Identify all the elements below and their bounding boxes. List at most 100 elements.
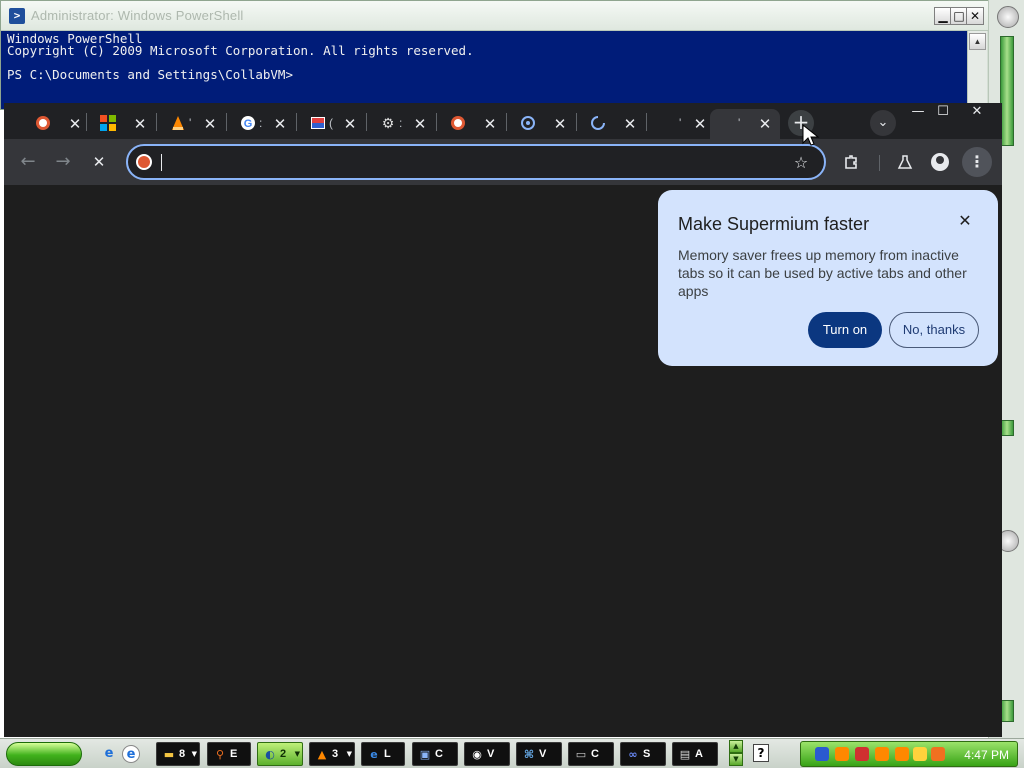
tab-title: ' [189, 116, 192, 130]
tab-separator [576, 113, 577, 131]
task-label: 8 [179, 748, 186, 760]
tab-search-button[interactable]: ⌄ [870, 110, 896, 136]
warning-tray-icon[interactable] [855, 747, 869, 761]
extensions-puzzle-icon[interactable] [838, 149, 864, 175]
network-places-icon: ⌘ [523, 747, 535, 761]
powershell-close-button[interactable]: ✕ [966, 7, 984, 25]
console-prompt: PS C:\Documents and Settings\CollabVM> [7, 67, 293, 82]
clock[interactable]: 4:47 PM [964, 748, 1009, 762]
search-icon: ⚲ [215, 747, 225, 761]
vlc-tray-icon[interactable] [835, 747, 849, 761]
taskbar-item[interactable]: ∞ S [620, 742, 666, 766]
globe-icon [519, 114, 537, 132]
tab[interactable]: ' ✕ [161, 109, 221, 139]
tab-close-icon[interactable]: ✕ [341, 115, 359, 133]
taskbar-item[interactable]: ▤ A [672, 742, 718, 766]
tab-close-icon[interactable]: ✕ [691, 115, 709, 133]
profile-avatar-icon[interactable] [927, 149, 953, 175]
scroll-up-arrow-icon[interactable]: ▲ [969, 33, 986, 50]
tab-separator [296, 113, 297, 131]
taskbar-item[interactable]: ▭ C [568, 742, 614, 766]
tab-close-icon[interactable]: ✕ [271, 115, 289, 133]
taskbar-group-network[interactable]: ◐ 2 ▼ [257, 742, 303, 766]
taskbar-item[interactable]: ⌘ V [516, 742, 562, 766]
scroll-down-arrow-icon[interactable]: ▼ [729, 753, 743, 766]
ie-quicklaunch-icon[interactable]: e [100, 745, 118, 763]
tab[interactable]: ( ✕ [301, 109, 361, 139]
tab-close-icon[interactable]: ✕ [481, 115, 499, 133]
svg-text:G: G [244, 118, 253, 130]
taskbar-item[interactable]: ⚲ E [207, 742, 251, 766]
loading-spinner-icon [589, 114, 607, 132]
taskbar-group-folders[interactable]: ▬ 8 ▼ [156, 742, 200, 766]
no-thanks-button[interactable]: No, thanks [889, 312, 979, 348]
taskbar-scroll[interactable]: ▲ ▼ [729, 740, 743, 768]
task-label: V [487, 748, 495, 760]
memory-saver-bubble: Make Supermium faster ✕ Memory saver fre… [658, 190, 998, 366]
tab-close-icon[interactable]: ✕ [131, 115, 149, 133]
microsoft-icon [99, 114, 117, 132]
duckduckgo-icon [136, 154, 152, 170]
tab-separator [86, 113, 87, 131]
tab-close-icon[interactable]: ✕ [201, 115, 219, 133]
vlc-tray-icon[interactable] [895, 747, 909, 761]
tab[interactable]: ⚙ : ✕ [371, 109, 431, 139]
taskbar-group-vlc[interactable]: ▲ 3 ▼ [309, 742, 355, 766]
scroll-thumb[interactable] [1000, 700, 1014, 722]
shield-tray-icon[interactable] [913, 747, 927, 761]
ie-quicklaunch-icon[interactable]: e [122, 745, 140, 763]
bubble-body: Memory saver frees up memory from inacti… [678, 247, 967, 299]
tab[interactable]: ✕ [91, 109, 151, 139]
duckduckgo-icon [34, 114, 52, 132]
kebab-menu-button[interactable]: ⋮ [962, 147, 992, 177]
knob-icon [997, 6, 1019, 28]
taskbar-item[interactable]: ◉ V [464, 742, 510, 766]
vlc-tray-icon[interactable] [875, 747, 889, 761]
browser-maximize-button[interactable]: ☐ [928, 103, 958, 123]
taskbar-item[interactable]: ▣ C [412, 742, 458, 766]
tab-close-icon[interactable]: ✕ [621, 115, 639, 133]
labs-flask-icon[interactable] [892, 149, 918, 175]
tab-active[interactable]: ' ✕ [710, 109, 780, 139]
network-icon: ◐ [265, 747, 275, 761]
scroll-arrow[interactable] [1000, 420, 1014, 436]
task-label: E [230, 748, 238, 760]
close-icon[interactable]: ✕ [954, 210, 976, 232]
tab-close-icon[interactable]: ✕ [411, 115, 429, 133]
scroll-thumb[interactable] [1000, 36, 1014, 146]
google-icon: G [239, 114, 257, 132]
tab-title: ' [679, 116, 682, 130]
task-label: 3 [332, 748, 339, 760]
address-input[interactable] [160, 150, 760, 174]
powershell-console[interactable]: Windows PowerShell Copyright (C) 2009 Mi… [1, 31, 967, 109]
browser-close-button[interactable]: ✕ [962, 103, 992, 123]
tab[interactable]: ✕ [441, 109, 501, 139]
search-tray-icon[interactable] [931, 747, 945, 761]
start-button[interactable] [6, 742, 82, 766]
chevron-down-icon: ▼ [191, 750, 197, 758]
stop-loading-button[interactable]: ✕ [86, 149, 112, 175]
tab-close-icon[interactable]: ✕ [756, 115, 774, 133]
tab-strip: ✕ ✕ ' ✕ G : ✕ ( ✕ ⚙ : ✕ ✕ ✕ ✕ ' ✕ ' ✕ + … [4, 103, 1002, 139]
tab-close-icon[interactable]: ✕ [551, 115, 569, 133]
back-button[interactable]: ← [15, 149, 41, 175]
tab[interactable]: ✕ [511, 109, 571, 139]
tab[interactable]: ✕ [26, 109, 86, 139]
image-icon [309, 114, 327, 132]
network-tray-icon[interactable] [815, 747, 829, 761]
browser-toolbar: ← → ✕ ☆ ⋮ [4, 139, 1002, 185]
powershell-scrollbar[interactable]: ▲ [967, 31, 987, 109]
help-icon[interactable]: ? [753, 744, 769, 762]
forward-button[interactable]: → [50, 149, 76, 175]
task-label: S [643, 748, 651, 760]
bookmark-star-icon[interactable]: ☆ [790, 152, 812, 174]
tab[interactable]: ' ✕ [651, 109, 711, 139]
turn-on-button[interactable]: Turn on [808, 312, 882, 348]
tab[interactable]: G : ✕ [231, 109, 291, 139]
address-bar[interactable]: ☆ [126, 144, 826, 180]
taskbar-item[interactable]: e L [361, 742, 405, 766]
tab[interactable]: ✕ [581, 109, 641, 139]
scroll-up-arrow-icon[interactable]: ▲ [729, 740, 743, 753]
powershell-titlebar[interactable]: > Administrator: Windows PowerShell ▁ □ … [1, 1, 989, 31]
tab-close-icon[interactable]: ✕ [66, 115, 84, 133]
